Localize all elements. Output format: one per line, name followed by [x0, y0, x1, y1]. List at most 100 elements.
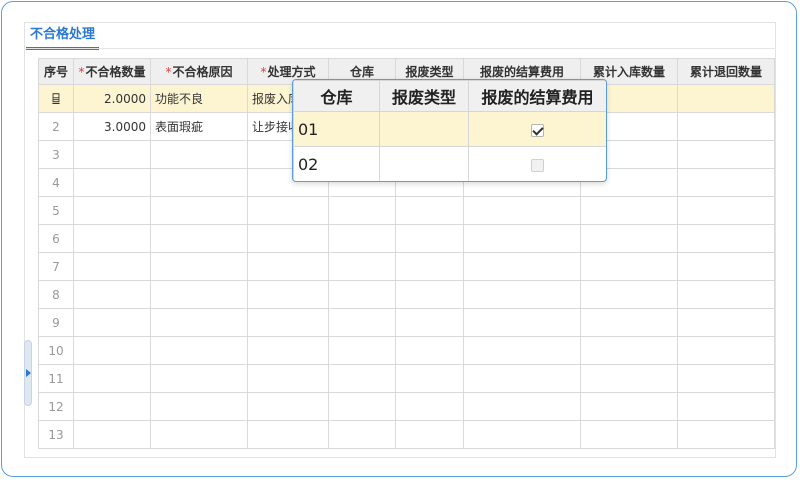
cell-method[interactable]	[247, 308, 329, 337]
cell-qty[interactable]: 3.0000	[73, 112, 151, 141]
cell-warehouse[interactable]	[328, 308, 396, 337]
cell-qty[interactable]	[73, 336, 151, 365]
cell-method[interactable]	[247, 392, 329, 421]
cell-reason[interactable]	[150, 224, 248, 253]
col-header-label: 不合格数量	[85, 65, 146, 79]
cell-scrap-type[interactable]	[395, 280, 464, 309]
cell-method[interactable]	[247, 252, 329, 281]
cell-warehouse[interactable]	[328, 252, 396, 281]
row-number: ⌸	[38, 84, 74, 113]
cell-scrap-fee[interactable]	[463, 196, 581, 225]
cell-warehouse[interactable]	[328, 280, 396, 309]
col-header-seq[interactable]: 序号	[38, 58, 74, 85]
cell-scrap-fee[interactable]	[463, 364, 581, 393]
table-row[interactable]: 5	[38, 196, 775, 225]
cell-method[interactable]	[247, 336, 329, 365]
table-row[interactable]: 13	[38, 420, 775, 449]
cell-qty[interactable]	[73, 224, 151, 253]
row-number: 11	[38, 364, 74, 393]
cell-reason[interactable]	[150, 308, 248, 337]
cell-qty[interactable]	[73, 196, 151, 225]
row-number: 12	[38, 392, 74, 421]
cell-scrap-type[interactable]	[395, 420, 464, 449]
settle-checkbox[interactable]	[531, 123, 544, 137]
cell-scrap-type[interactable]	[395, 308, 464, 337]
cell-qty[interactable]	[73, 420, 151, 449]
popup-header-row: 仓库 报废类型 报废的结算费用	[293, 80, 606, 112]
cell-method[interactable]	[247, 224, 329, 253]
cell-qty[interactable]	[73, 308, 151, 337]
cell-cum-in	[580, 364, 678, 393]
cell-cum-in	[580, 308, 678, 337]
cell-warehouse[interactable]	[328, 196, 396, 225]
cell-scrap-fee[interactable]	[463, 308, 581, 337]
cell-warehouse[interactable]	[328, 364, 396, 393]
cell-scrap-type[interactable]	[395, 252, 464, 281]
expand-arrow-icon	[26, 369, 31, 377]
table-row[interactable]: 7	[38, 252, 775, 281]
side-collapse-handle[interactable]	[24, 340, 32, 406]
cell-reason[interactable]	[150, 336, 248, 365]
cell-qty[interactable]	[73, 168, 151, 197]
option-warehouse: 01	[293, 111, 380, 147]
cell-scrap-type[interactable]	[395, 392, 464, 421]
cell-qty[interactable]	[73, 252, 151, 281]
cell-method[interactable]	[247, 196, 329, 225]
table-row[interactable]: 11	[38, 364, 775, 393]
cell-qty[interactable]	[73, 140, 151, 169]
cell-qty[interactable]	[73, 280, 151, 309]
cell-cum-return	[677, 392, 775, 421]
col-header-reason[interactable]: *不合格原因	[150, 58, 248, 85]
row-number: 5	[38, 196, 74, 225]
cell-cum-in	[580, 224, 678, 253]
cell-warehouse[interactable]	[328, 420, 396, 449]
cell-scrap-fee[interactable]	[463, 392, 581, 421]
settle-checkbox[interactable]	[531, 158, 544, 172]
cell-qty[interactable]: 2.0000	[73, 84, 151, 113]
tab-divider	[24, 48, 776, 49]
cell-reason[interactable]	[150, 196, 248, 225]
cell-method[interactable]	[247, 420, 329, 449]
cell-reason[interactable]	[150, 364, 248, 393]
cell-scrap-fee[interactable]	[463, 420, 581, 449]
col-header-cum-return[interactable]: 累计退回数量	[677, 58, 775, 85]
cell-scrap-type[interactable]	[395, 224, 464, 253]
cell-scrap-type[interactable]	[395, 364, 464, 393]
tab-nonconformance[interactable]: 不合格处理	[26, 25, 100, 50]
cell-reason[interactable]: 表面瑕疵	[150, 112, 248, 141]
cell-warehouse[interactable]	[328, 392, 396, 421]
cell-scrap-fee[interactable]	[463, 280, 581, 309]
cell-reason[interactable]	[150, 252, 248, 281]
cell-warehouse[interactable]	[328, 224, 396, 253]
table-row[interactable]: 12	[38, 392, 775, 421]
cell-reason[interactable]	[150, 392, 248, 421]
cell-qty[interactable]	[73, 392, 151, 421]
table-row[interactable]: 6	[38, 224, 775, 253]
cell-reason[interactable]	[150, 280, 248, 309]
table-row[interactable]: 9	[38, 308, 775, 337]
cell-warehouse[interactable]	[328, 336, 396, 365]
cell-reason[interactable]	[150, 140, 248, 169]
cell-scrap-fee[interactable]	[463, 252, 581, 281]
col-header-qty[interactable]: *不合格数量	[73, 58, 151, 85]
table-row[interactable]: 8	[38, 280, 775, 309]
table-row[interactable]: 10	[38, 336, 775, 365]
cell-cum-return	[677, 140, 775, 169]
popup-option-row[interactable]: 01	[293, 111, 606, 147]
cell-reason[interactable]: 功能不良	[150, 84, 248, 113]
popup-option-row[interactable]: 02	[293, 146, 606, 181]
cell-scrap-fee[interactable]	[463, 336, 581, 365]
cell-qty[interactable]	[73, 364, 151, 393]
col-header-label: 处理方式	[267, 65, 316, 79]
cell-method[interactable]	[247, 280, 329, 309]
cell-reason[interactable]	[150, 420, 248, 449]
cell-method[interactable]	[247, 364, 329, 393]
cell-scrap-type[interactable]	[395, 196, 464, 225]
cell-reason[interactable]	[150, 168, 248, 197]
cell-cum-return	[677, 224, 775, 253]
cell-scrap-fee[interactable]	[463, 224, 581, 253]
row-number: 4	[38, 168, 74, 197]
cell-scrap-type[interactable]	[395, 336, 464, 365]
required-mark: *	[78, 65, 85, 79]
cell-cum-in	[580, 336, 678, 365]
